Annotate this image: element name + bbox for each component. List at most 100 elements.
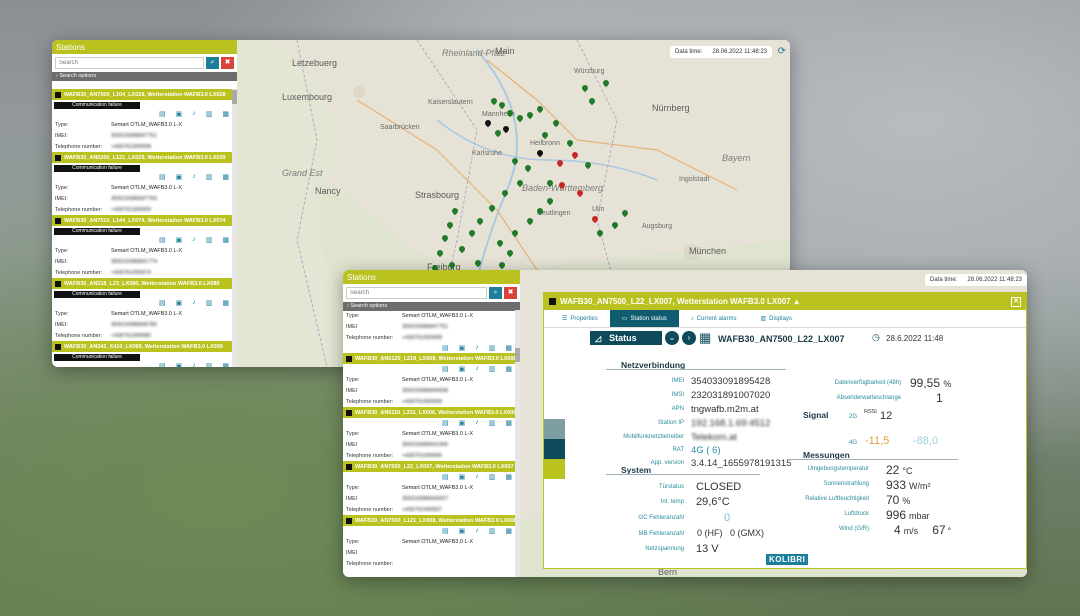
bell-icon[interactable]: ♪: [192, 236, 196, 245]
list-item[interactable]: Type: Semart OTLM_WAFB3.0 L-X IMEI 3550150…: [343, 310, 520, 343]
delete-button[interactable]: ✖: [221, 57, 234, 69]
dashboard-icon[interactable]: ▦: [222, 173, 229, 182]
delete-button[interactable]: ✖: [504, 287, 517, 299]
chart-icon[interactable]: ▥: [206, 236, 213, 245]
image-icon[interactable]: ▣: [459, 473, 466, 482]
chart-icon[interactable]: ▥: [489, 473, 496, 482]
list-icon[interactable]: ▤: [442, 344, 449, 353]
list-icon[interactable]: ▤: [442, 527, 449, 536]
dashboard-icon[interactable]: ▦: [505, 365, 512, 374]
dashboard-icon[interactable]: ▦: [505, 527, 512, 536]
system-value: 29,6°C: [696, 496, 730, 508]
station-title[interactable]: WAFB30_AN318_L23_LX080, Wetterstation WA…: [52, 278, 237, 289]
chart-icon[interactable]: ▥: [489, 365, 496, 374]
bell-icon[interactable]: ♪: [475, 527, 479, 536]
chart-icon[interactable]: ▥: [489, 527, 496, 536]
close-button[interactable]: ✕: [1011, 296, 1021, 307]
bell-icon[interactable]: ♪: [192, 173, 196, 182]
dashboard-icon[interactable]: ▦: [505, 473, 512, 482]
status-date: 28.6.2022 11:48: [886, 334, 944, 343]
bell-icon[interactable]: ♪: [192, 110, 196, 119]
chart-icon[interactable]: ▥: [206, 173, 213, 182]
tab-displays[interactable]: ▥ Displays: [748, 310, 803, 327]
wind-direction: 67: [932, 523, 946, 537]
search-input[interactable]: [346, 287, 487, 299]
bell-icon[interactable]: ♪: [475, 473, 479, 482]
chart-icon[interactable]: ▥: [489, 419, 496, 428]
dashboard-icon[interactable]: ▦: [222, 236, 229, 245]
dashboard-icon[interactable]: ▦: [505, 344, 512, 353]
list-item[interactable]: WAFB30_AN5120_L218_LX008, Wetterstation …: [343, 353, 520, 407]
imei-value: 355015086843007: [402, 495, 448, 502]
phone-row: Telephone number: +436761000008: [52, 141, 237, 152]
list-icon[interactable]: ▤: [159, 110, 166, 119]
list-item[interactable]: WAFB30_AN5200_L121_LX029, Wetterstation …: [52, 152, 237, 215]
bell-icon[interactable]: ♪: [192, 299, 196, 308]
image-icon[interactable]: ▣: [176, 236, 183, 245]
tab-properties[interactable]: ☰ Properties: [550, 310, 610, 327]
dashboard-icon[interactable]: ▦: [505, 419, 512, 428]
image-icon[interactable]: ▣: [176, 173, 183, 182]
station-title[interactable]: WAFB30_AN5120_L218_LX008, Wetterstation …: [343, 353, 520, 364]
dashboard-icon[interactable]: ▦: [222, 110, 229, 119]
phone-value: +436761000008: [402, 334, 442, 341]
image-icon[interactable]: ▣: [176, 110, 183, 119]
list-item[interactable]: WAFB30_AN342_X410_LX099, Wetterstation W…: [52, 341, 237, 367]
list-item[interactable]: WAFB30_AN5110_L331_LX006, Wetterstation …: [343, 407, 520, 461]
chart-icon[interactable]: ▥: [206, 299, 213, 308]
dashboard-icon[interactable]: ▦: [222, 362, 229, 367]
list-icon[interactable]: ▤: [442, 473, 449, 482]
search-options[interactable]: › Search options: [52, 72, 237, 81]
dashboard-icon[interactable]: ▦: [222, 299, 229, 308]
divider: [606, 369, 786, 370]
image-icon[interactable]: ▣: [459, 365, 466, 374]
image-icon[interactable]: ▣: [176, 362, 183, 367]
bell-icon[interactable]: ♪: [475, 419, 479, 428]
graph-icon: ◿: [595, 333, 602, 343]
station-title[interactable]: WAFB30_AN5110_L331_LX006, Wetterstation …: [343, 407, 520, 418]
refresh-icon[interactable]: ⟳: [778, 46, 786, 57]
station-title[interactable]: WAFB30_AN7510_L144_LX074, Wetterstation …: [52, 215, 237, 226]
measurement-value: 996 mbar: [886, 508, 930, 522]
station-square-icon: [55, 217, 61, 224]
search-button[interactable]: ⌕: [489, 287, 502, 299]
station-title[interactable]: WAFB30_AN7500_L22_LX007, Wetterstation W…: [343, 461, 520, 472]
chart-icon[interactable]: ▥: [206, 362, 213, 367]
list-item[interactable]: WAFB30_AN7500_L22_LX007, Wetterstation W…: [343, 461, 520, 515]
image-icon[interactable]: ▣: [459, 527, 466, 536]
tab-current-alarms[interactable]: ♪ Current alarms: [679, 310, 749, 327]
tab-station-status[interactable]: ▭ Station status: [609, 310, 679, 327]
image-icon[interactable]: ▣: [176, 299, 183, 308]
list-icon[interactable]: ▤: [159, 299, 166, 308]
station-title[interactable]: WAFB30_AN342_X410_LX099, Wetterstation W…: [52, 341, 237, 352]
grid-icon[interactable]: ▦: [699, 331, 711, 345]
image-icon[interactable]: ▣: [459, 344, 466, 353]
search-input[interactable]: [55, 57, 204, 69]
station-title[interactable]: WAFB30_AN7500_L104_LX028, Wetterstation …: [52, 89, 237, 100]
bell-icon[interactable]: ♪: [192, 362, 196, 367]
station-title[interactable]: WAFB30_AN7500_L121_LX008, Wetterstation …: [343, 515, 520, 526]
phone-row: Telephone number: +436761000080: [52, 330, 237, 341]
image-icon[interactable]: ▣: [459, 419, 466, 428]
list-item[interactable]: WAFB30_AN7500_L121_LX008, Wetterstation …: [343, 515, 520, 569]
list-icon[interactable]: ▤: [442, 365, 449, 374]
bell-icon[interactable]: ♪: [475, 344, 479, 353]
list-icon[interactable]: ▤: [159, 173, 166, 182]
next-button[interactable]: ›: [682, 331, 696, 345]
chart-icon[interactable]: ▥: [489, 344, 496, 353]
prev-button[interactable]: ⌄: [665, 331, 679, 345]
list-icon[interactable]: ▤: [442, 419, 449, 428]
stations-title: Stations: [343, 270, 520, 284]
search-button[interactable]: ⌕: [206, 57, 219, 69]
list-icon[interactable]: ▤: [159, 236, 166, 245]
list-item[interactable]: WAFB30_AN7500_L104_LX028, Wetterstation …: [52, 89, 237, 152]
availability-value: 99,55 %: [910, 376, 952, 390]
type-value: Semart OTLM_WAFB3.0 L-X: [111, 310, 183, 317]
imei-label: IMEI:: [55, 258, 68, 265]
bell-icon[interactable]: ♪: [475, 365, 479, 374]
list-item[interactable]: WAFB30_AN318_L23_LX080, Wetterstation WA…: [52, 278, 237, 341]
list-item[interactable]: WAFB30_AN7510_L144_LX074, Wetterstation …: [52, 215, 237, 278]
chart-icon[interactable]: ▥: [206, 110, 213, 119]
station-title[interactable]: WAFB30_AN5200_L121_LX029, Wetterstation …: [52, 152, 237, 163]
list-icon[interactable]: ▤: [159, 362, 166, 367]
